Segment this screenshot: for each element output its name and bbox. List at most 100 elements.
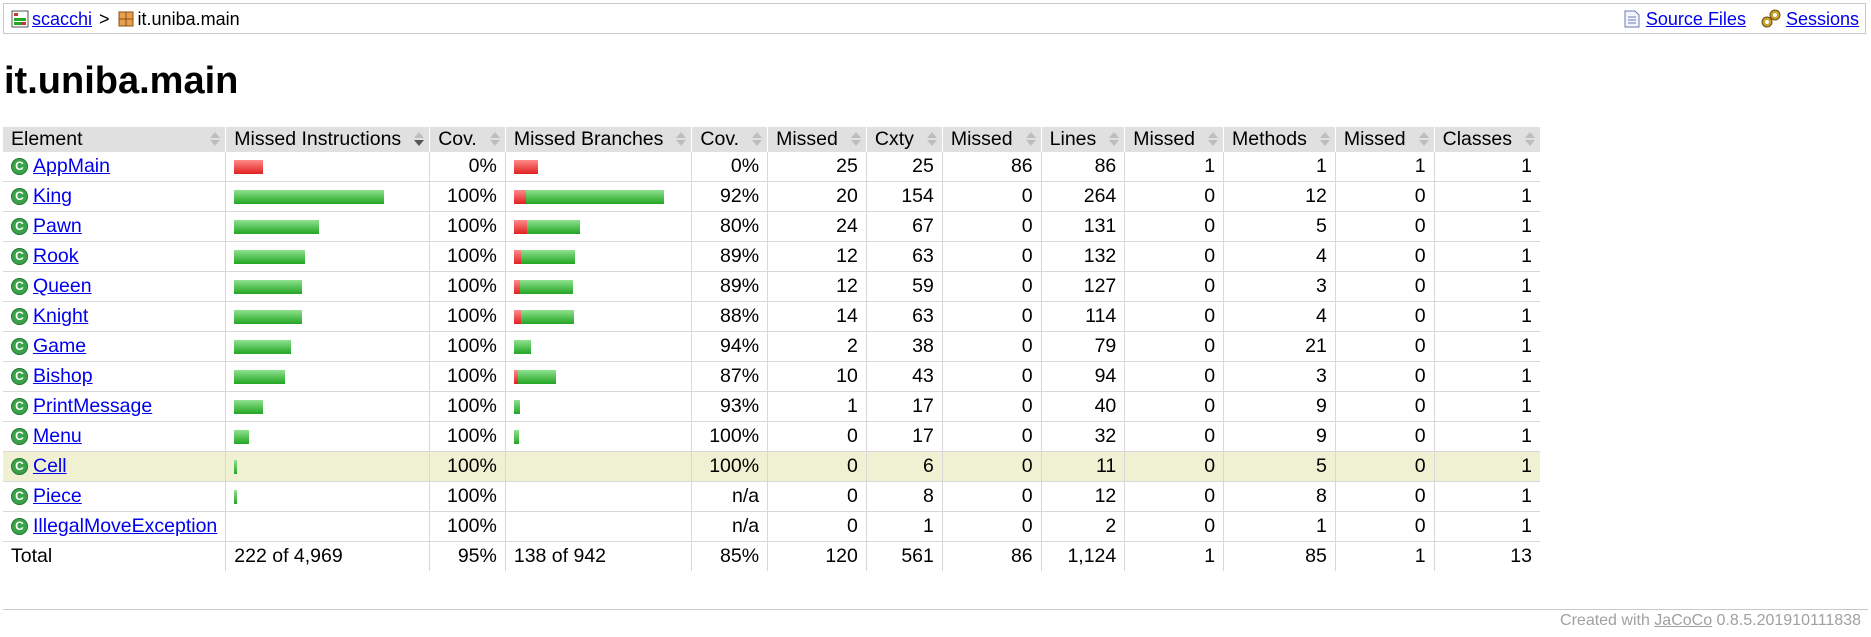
total-missed-lines: 86	[941, 541, 1042, 571]
instructions-cov: 100%	[429, 181, 506, 212]
class-link[interactable]: Bishop	[33, 365, 93, 387]
lines: 127	[1040, 271, 1125, 302]
missed-lines: 0	[941, 511, 1042, 542]
column-header-missed-instructions[interactable]: Missed Instructions	[225, 127, 430, 152]
missed-cxty: 0	[767, 421, 867, 452]
class-link[interactable]: Knight	[33, 305, 88, 327]
missed-methods: 0	[1124, 181, 1224, 212]
missed-instructions-bar	[225, 391, 430, 422]
table-row: C Menu 100% 100% 0 17 0 32 0 9 0 1	[3, 421, 1540, 452]
class-link[interactable]: Rook	[33, 245, 79, 267]
breadcrumb-root-link[interactable]: scacchi	[32, 9, 92, 30]
element-cell: C IllegalMoveException	[3, 511, 226, 542]
missed-classes: 1	[1334, 152, 1435, 182]
column-header-classes[interactable]: Classes	[1433, 127, 1540, 152]
missed-classes: 0	[1334, 361, 1435, 392]
missed-branches-bar	[504, 241, 692, 272]
class-link[interactable]: Queen	[33, 275, 92, 297]
column-header-cov-branches[interactable]: Cov.	[691, 127, 768, 152]
column-header-lines[interactable]: Lines	[1040, 127, 1125, 152]
class-icon: C	[11, 218, 28, 236]
missed-lines: 0	[941, 181, 1042, 212]
class-link[interactable]: Menu	[33, 425, 82, 447]
element-cell: C Rook	[3, 241, 226, 272]
covered-bar	[513, 339, 531, 354]
missed-lines: 0	[941, 451, 1042, 482]
methods: 4	[1223, 301, 1336, 332]
column-header-cov-instructions[interactable]: Cov.	[429, 127, 506, 152]
sort-arrows-icon	[414, 132, 425, 147]
methods: 3	[1223, 361, 1336, 392]
lines: 264	[1040, 181, 1125, 212]
source-files-link[interactable]: Source Files	[1646, 9, 1746, 30]
missed-methods: 0	[1124, 361, 1224, 392]
class-link[interactable]: Game	[33, 335, 86, 357]
total-instructions: 222 of 4,969	[225, 541, 430, 571]
missed-instructions-bar	[225, 211, 430, 242]
instructions-cov: 100%	[429, 511, 506, 542]
classes: 1	[1433, 421, 1540, 452]
column-header-missed-lines[interactable]: Missed	[941, 127, 1042, 152]
class-icon: C	[11, 248, 28, 266]
total-missed-cxty: 120	[767, 541, 867, 571]
missed-methods: 0	[1124, 451, 1224, 482]
sort-arrows-icon	[752, 132, 763, 147]
lines: 132	[1040, 241, 1125, 272]
column-header-element[interactable]: Element	[3, 127, 226, 152]
missed-methods: 0	[1124, 481, 1224, 512]
covered-bar	[234, 309, 303, 324]
missed-methods: 1	[1124, 152, 1224, 182]
table-total-row: Total 222 of 4,969 95% 138 of 942 85% 12…	[3, 541, 1540, 571]
covered-bar	[234, 219, 320, 234]
element-cell: C Queen	[3, 271, 226, 302]
class-link[interactable]: PrintMessage	[33, 395, 152, 417]
covered-bar	[234, 339, 292, 354]
sort-arrows-icon	[676, 132, 687, 147]
class-link[interactable]: AppMain	[33, 155, 110, 177]
missed-bar	[513, 249, 521, 264]
column-header-missed-branches[interactable]: Missed Branches	[504, 127, 692, 152]
class-link[interactable]: Cell	[33, 455, 67, 477]
class-icon: C	[11, 488, 28, 506]
total-label: Total	[11, 545, 53, 567]
missed-branches-bar	[504, 152, 692, 182]
sort-arrows-icon	[1319, 132, 1330, 147]
missed-classes: 0	[1334, 211, 1435, 242]
class-link[interactable]: Pawn	[33, 215, 82, 237]
missed-methods: 0	[1124, 271, 1224, 302]
jacoco-link[interactable]: JaCoCo	[1654, 612, 1712, 629]
lines: 79	[1040, 331, 1125, 362]
column-header-cxty[interactable]: Cxty	[865, 127, 943, 152]
missed-cxty: 20	[767, 181, 867, 212]
cxty: 17	[865, 391, 943, 422]
missed-lines: 0	[941, 211, 1042, 242]
branches-cov: 100%	[691, 451, 768, 482]
footer-divider	[3, 609, 1868, 610]
table-row: C Game 100% 94% 2 38 0 79 0 21 0 1	[3, 331, 1540, 362]
class-link[interactable]: Piece	[33, 485, 82, 507]
column-header-missed-cxty[interactable]: Missed	[767, 127, 867, 152]
branches-cov: 93%	[691, 391, 768, 422]
missed-branches-bar	[504, 421, 692, 452]
column-header-methods[interactable]: Methods	[1223, 127, 1336, 152]
missed-cxty: 0	[767, 511, 867, 542]
table-body: C AppMain 0% 0% 25 25 86 86 1 1 1 1 C King 100% 92% 20 15…	[3, 152, 1540, 542]
missed-methods: 0	[1124, 301, 1224, 332]
total-missed-classes: 1	[1334, 541, 1435, 571]
column-header-missed-methods[interactable]: Missed	[1124, 127, 1224, 152]
covered-bar	[234, 399, 264, 414]
table-row: C Bishop 100% 87% 10 43 0 94 0 3 0 1	[3, 361, 1540, 392]
class-link[interactable]: IllegalMoveException	[33, 515, 217, 537]
sessions-link[interactable]: Sessions	[1786, 9, 1859, 30]
covered-bar	[526, 219, 580, 234]
class-link[interactable]: King	[33, 185, 72, 207]
source-files-icon	[1624, 10, 1640, 28]
missed-instructions-bar	[225, 241, 430, 272]
total-branches-cov: 85%	[691, 541, 768, 571]
branches-cov: 92%	[691, 181, 768, 212]
classes: 1	[1433, 331, 1540, 362]
column-header-missed-classes[interactable]: Missed	[1334, 127, 1435, 152]
covered-bar	[234, 489, 238, 504]
table-row: C IllegalMoveException 100% n/a 0 1 0 2 0 1 0 1	[3, 511, 1540, 542]
missed-lines: 0	[941, 391, 1042, 422]
